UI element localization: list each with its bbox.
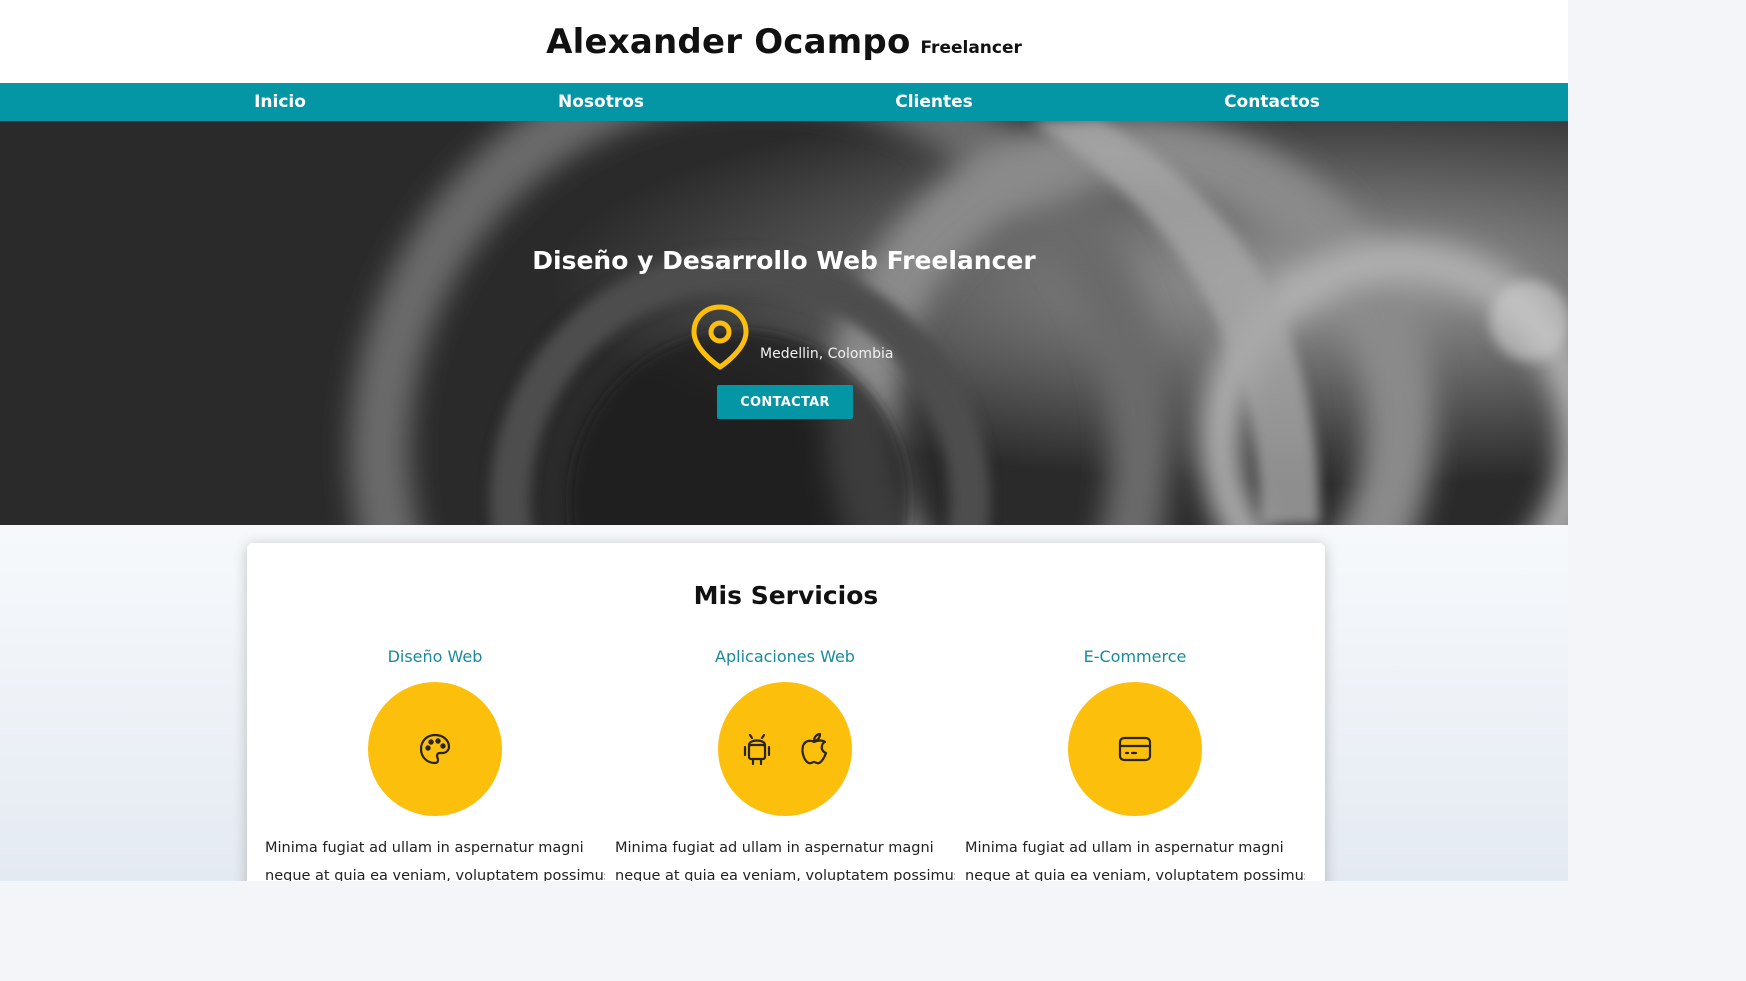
- service-description: Minima fugiat ad ullam in aspernatur mag…: [615, 834, 955, 881]
- map-pin-icon: [690, 303, 750, 371]
- services-title: Mis Servicios: [693, 581, 879, 610]
- service-text-line: Minima fugiat ad ullam in aspernatur mag…: [265, 840, 584, 856]
- location-text: Medellin, Colombia: [760, 346, 894, 362]
- location: Medellin, Colombia: [690, 303, 893, 371]
- service-circle: [718, 682, 852, 816]
- hero-content: Diseño y Desarrollo Web Freelancer Medel…: [0, 121, 1568, 525]
- service-description: Minima fugiat ad ullam in aspernatur mag…: [265, 834, 605, 881]
- hero-title: Diseño y Desarrollo Web Freelancer: [532, 246, 1036, 275]
- service-title[interactable]: Diseño Web: [265, 647, 605, 671]
- hero-section: Diseño y Desarrollo Web Freelancer Medel…: [0, 121, 1568, 525]
- service-title[interactable]: Aplicaciones Web: [615, 647, 955, 671]
- contact-button[interactable]: CONTACTAR: [717, 385, 853, 419]
- service-text-line: Minima fugiat ad ullam in aspernatur mag…: [965, 840, 1284, 856]
- palette-icon: [418, 732, 452, 766]
- service-item-web-apps: Aplicaciones Web Minima fugiat ad ullam …: [615, 647, 955, 881]
- service-text-line: neque at quia ea veniam, voluptatem poss…: [265, 868, 605, 881]
- services-card: Mis Servicios Diseño Web Minima fugiat a…: [247, 543, 1325, 881]
- brand-role: Freelancer: [920, 37, 1022, 58]
- service-item-ecommerce: E-Commerce Minima fugiat ad ullam in asp…: [965, 647, 1305, 881]
- nav-item-clientes[interactable]: Clientes: [895, 92, 973, 112]
- service-item-web-design: Diseño Web Minima fugiat ad ullam in asp…: [265, 647, 605, 881]
- brand[interactable]: Alexander Ocampo Freelancer: [546, 22, 1022, 62]
- nav-item-nosotros[interactable]: Nosotros: [558, 92, 644, 112]
- service-description: Minima fugiat ad ullam in aspernatur mag…: [965, 834, 1305, 881]
- service-text-line: Minima fugiat ad ullam in aspernatur mag…: [615, 840, 934, 856]
- credit-card-icon: [1117, 735, 1153, 763]
- brand-name: Alexander Ocampo: [546, 21, 911, 62]
- main-nav: Inicio Nosotros Clientes Contactos: [0, 83, 1568, 121]
- service-text-line: neque at quia ea veniam, voluptatem poss…: [965, 868, 1305, 881]
- page: Alexander Ocampo Freelancer Inicio Nosot…: [0, 0, 1568, 881]
- apple-icon: [799, 731, 829, 767]
- service-circle: [1068, 682, 1202, 816]
- android-icon: [741, 731, 773, 767]
- service-text-line: neque at quia ea veniam, voluptatem poss…: [615, 868, 955, 881]
- site-header: Alexander Ocampo Freelancer: [0, 0, 1568, 83]
- service-title[interactable]: E-Commerce: [965, 647, 1305, 671]
- service-circle: [368, 682, 502, 816]
- nav-item-contactos[interactable]: Contactos: [1224, 92, 1320, 112]
- nav-item-inicio[interactable]: Inicio: [254, 92, 306, 112]
